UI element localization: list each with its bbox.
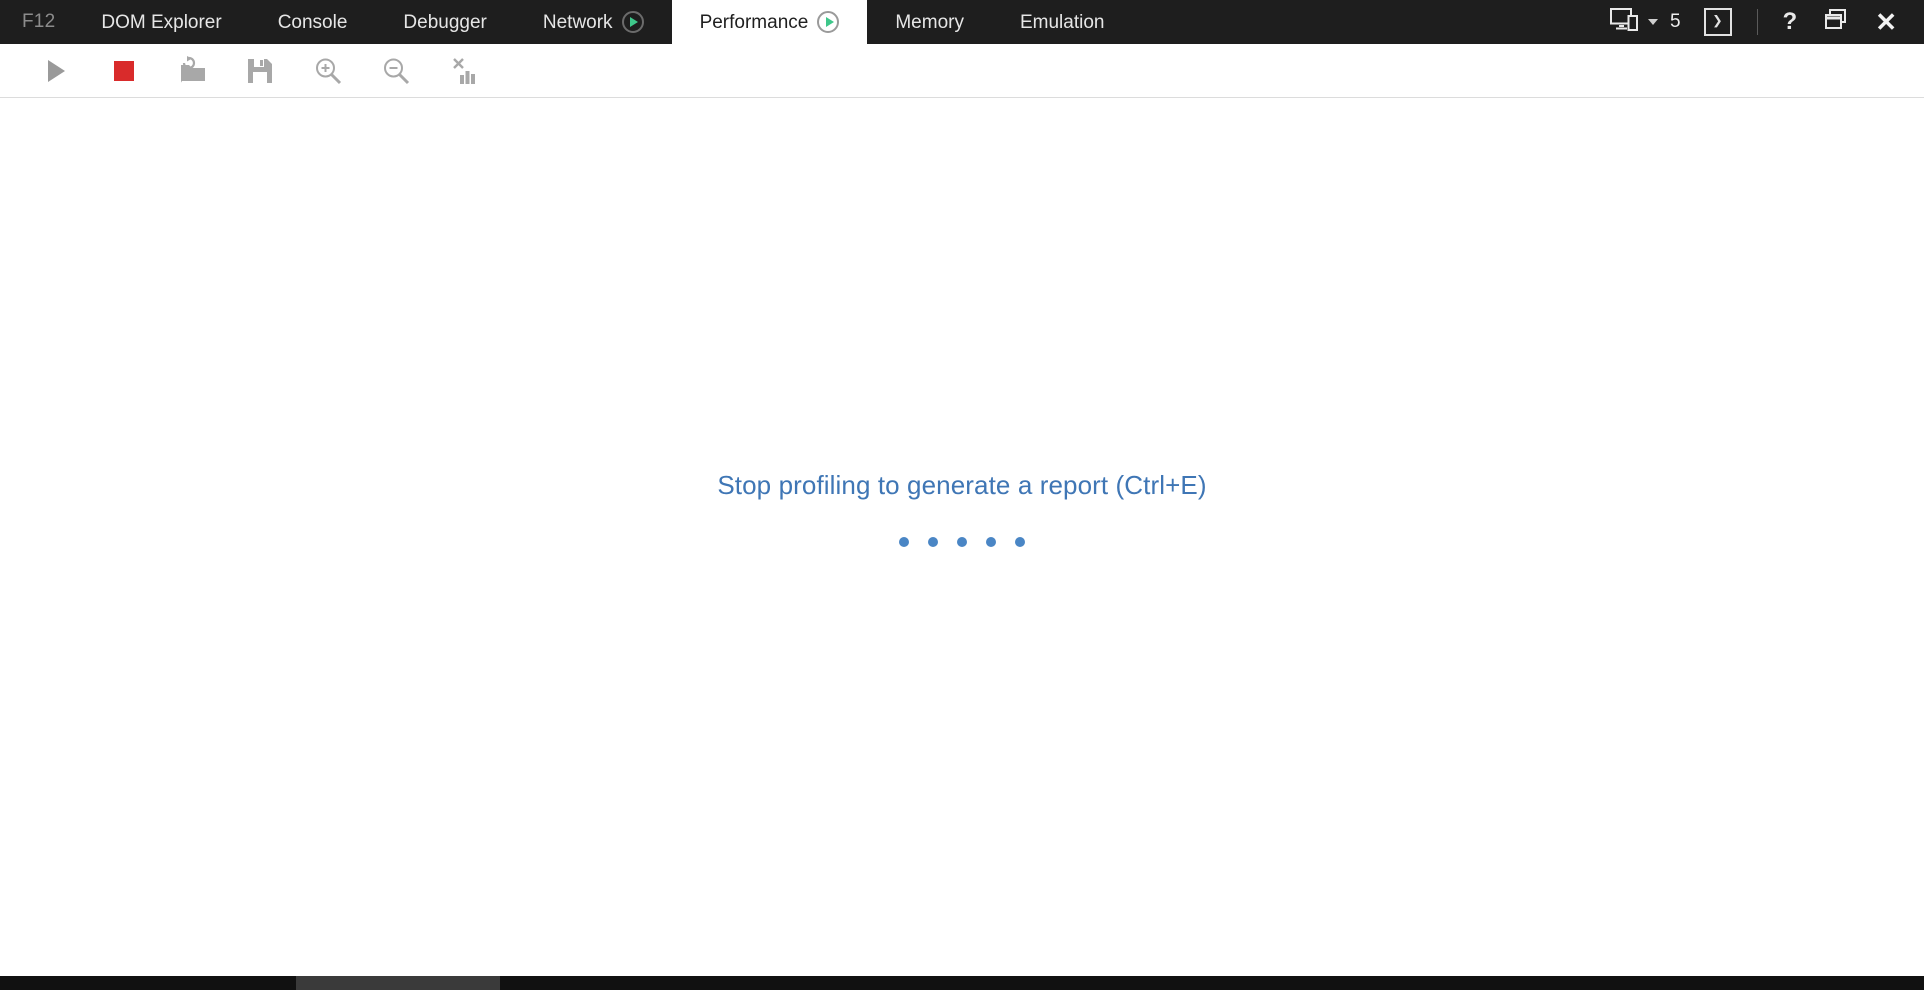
open-folder-icon xyxy=(176,55,208,86)
start-profiling-button[interactable] xyxy=(22,45,90,97)
loading-dot xyxy=(927,536,938,547)
empty-state: Stop profiling to generate a report (Ctr… xyxy=(717,469,1207,547)
zoom-out-button[interactable] xyxy=(362,45,430,97)
titlebar-controls: 5 ❯ ? ✕ xyxy=(1594,0,1924,44)
scrollbar-thumb[interactable] xyxy=(296,976,500,990)
help-question-icon: ? xyxy=(1782,8,1798,35)
record-play-icon xyxy=(621,11,644,33)
target-count: 5 xyxy=(1669,11,1681,32)
loading-dot xyxy=(898,536,909,547)
clear-chart-icon xyxy=(449,56,479,86)
performance-toolbar xyxy=(0,44,1924,98)
tab-label: Performance xyxy=(699,11,809,33)
tab-dom-explorer[interactable]: DOM Explorer xyxy=(73,0,249,44)
tab-network[interactable]: Network xyxy=(515,0,672,44)
loading-dot xyxy=(985,536,996,547)
tab-emulation[interactable]: Emulation xyxy=(992,0,1133,44)
loading-dot xyxy=(1014,536,1025,547)
target-selector[interactable]: 5 xyxy=(1594,0,1691,44)
tab-label: Memory xyxy=(895,11,964,33)
help-button[interactable]: ? xyxy=(1770,0,1811,44)
tab-console[interactable]: Console xyxy=(250,0,376,44)
tab-performance[interactable]: Performance xyxy=(671,0,868,44)
save-profile-button[interactable] xyxy=(226,45,294,97)
tab-label: DOM Explorer xyxy=(101,11,222,33)
device-target-icon xyxy=(1609,7,1640,37)
console-toggle-button[interactable]: ❯ xyxy=(1691,0,1745,44)
close-icon: ✕ xyxy=(1875,7,1897,37)
tab-label: Debugger xyxy=(403,11,487,33)
zoom-in-icon xyxy=(313,56,343,86)
zoom-in-button[interactable] xyxy=(294,45,362,97)
devtools-tabbar: F12 DOM Explorer Console Debugger Networ… xyxy=(0,0,1924,44)
tool-tabs: DOM Explorer Console Debugger Network Pe… xyxy=(73,0,1132,44)
loading-indicator xyxy=(898,536,1025,547)
zoom-out-icon xyxy=(381,56,411,86)
tab-label: Emulation xyxy=(1019,11,1105,33)
close-button[interactable]: ✕ xyxy=(1862,0,1910,44)
record-play-icon xyxy=(817,11,840,33)
restore-window-icon xyxy=(1823,8,1849,37)
performance-report-area: Stop profiling to generate a report (Ctr… xyxy=(0,98,1924,976)
console-prompt-icon: ❯ xyxy=(1703,8,1732,36)
stop-icon xyxy=(114,60,134,81)
clear-report-button[interactable] xyxy=(430,45,498,97)
open-profile-button[interactable] xyxy=(158,45,226,97)
tab-memory[interactable]: Memory xyxy=(867,0,992,44)
tab-label: Console xyxy=(277,11,348,33)
save-floppy-icon xyxy=(246,57,274,85)
tabbar-spacer xyxy=(1132,0,1593,44)
play-icon xyxy=(47,59,65,82)
f12-label: F12 xyxy=(22,11,56,32)
f12-devtools-window: F12 DOM Explorer Console Debugger Networ… xyxy=(0,0,1924,990)
bottom-scrollbar[interactable] xyxy=(0,976,1924,990)
titlebar-divider xyxy=(1756,9,1758,35)
stop-profiling-button[interactable] xyxy=(90,45,158,97)
status-message: Stop profiling to generate a report (Ctr… xyxy=(717,469,1207,500)
tab-debugger[interactable]: Debugger xyxy=(375,0,514,44)
loading-dot xyxy=(956,536,967,547)
chevron-down-icon xyxy=(1647,19,1658,25)
tab-label: Network xyxy=(542,11,613,33)
dock-window-button[interactable] xyxy=(1810,0,1862,44)
